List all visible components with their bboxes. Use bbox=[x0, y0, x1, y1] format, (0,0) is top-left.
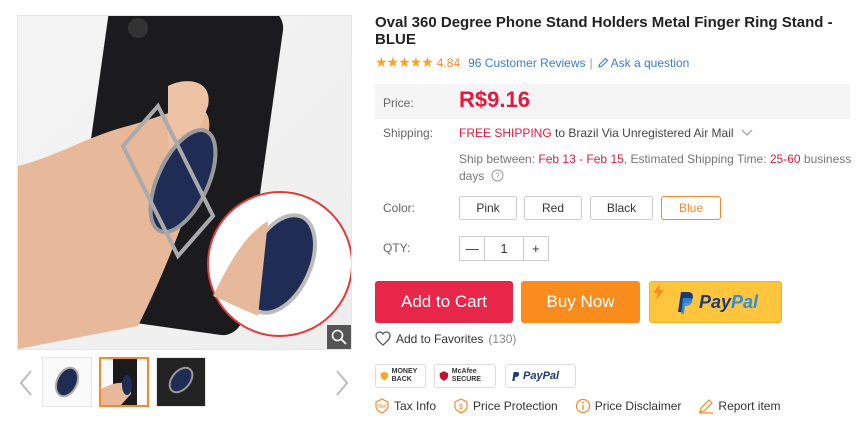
rating-score: 4.84 bbox=[436, 55, 461, 70]
qty-increase-button[interactable]: + bbox=[522, 237, 548, 260]
tax-info-label: Tax Info bbox=[394, 399, 437, 413]
report-item-link[interactable]: Report item bbox=[698, 398, 780, 414]
mcafee-shield-icon bbox=[439, 371, 449, 381]
price-value: R$9.16 bbox=[459, 87, 530, 112]
paypal-button[interactable]: Pay Pal bbox=[649, 281, 782, 323]
shipping-method-select[interactable]: FREE SHIPPING to Brazil Via Unregistered… bbox=[459, 126, 753, 140]
lightning-icon bbox=[653, 284, 664, 300]
product-photo bbox=[18, 16, 351, 349]
price-disclaimer-link[interactable]: Price Disclaimer bbox=[575, 398, 682, 414]
buy-now-button[interactable]: Buy Now bbox=[521, 281, 640, 323]
paypal-pal-text: Pal bbox=[731, 291, 759, 312]
zoom-icon[interactable] bbox=[327, 325, 351, 349]
svg-text:TAX: TAX bbox=[377, 404, 387, 410]
report-item-label: Report item bbox=[718, 399, 781, 413]
price-disclaimer-label: Price Disclaimer bbox=[594, 399, 682, 413]
favorites-count: (130) bbox=[488, 331, 517, 346]
price-protection-link[interactable]: $ Price Protection bbox=[453, 398, 558, 414]
free-shipping-text: FREE SHIPPING bbox=[459, 126, 552, 140]
rating-row: ★★★★★ 4.84 96 Customer Reviews | Ask a q… bbox=[375, 54, 689, 71]
money-back-icon bbox=[380, 371, 389, 381]
quantity-stepper: — 1 + bbox=[459, 236, 549, 261]
main-product-image[interactable] bbox=[17, 15, 352, 350]
color-option-red[interactable]: Red bbox=[524, 196, 582, 220]
report-pencil-icon bbox=[699, 399, 714, 414]
qty-input[interactable]: 1 bbox=[485, 237, 522, 260]
help-icon[interactable]: ? bbox=[491, 169, 504, 182]
divider: | bbox=[589, 55, 593, 70]
shipping-label: Shipping: bbox=[383, 126, 434, 140]
svg-text:?: ? bbox=[495, 172, 500, 181]
est-time-label: , Estimated Shipping Time: bbox=[623, 152, 767, 166]
price-protection-icon: $ bbox=[454, 398, 468, 414]
product-title: Oval 360 Degree Phone Stand Holders Meta… bbox=[375, 14, 833, 48]
ship-dates: Feb 13 - Feb 15 bbox=[538, 152, 624, 166]
price-protection-label: Price Protection bbox=[473, 399, 558, 413]
heart-icon bbox=[375, 331, 391, 346]
star-rating-icon: ★★★★★ bbox=[375, 54, 434, 70]
mcafee-badge: McAfee SECURE bbox=[434, 364, 496, 388]
svg-text:$: $ bbox=[459, 404, 463, 411]
ship-between-label: Ship between: bbox=[459, 152, 536, 166]
paypal-badge: PayPal bbox=[505, 364, 576, 388]
info-icon bbox=[575, 398, 590, 414]
tax-icon: TAX bbox=[375, 398, 389, 414]
mcafee-text: McAfee SECURE bbox=[451, 368, 481, 383]
shipping-destination: to Brazil Via Unregistered Air Mail bbox=[555, 126, 734, 140]
money-back-badge: MONEY BACK bbox=[375, 364, 426, 388]
price-label: Price: bbox=[383, 96, 414, 110]
info-links: TAX Tax Info $ Price Protection Price Di… bbox=[374, 398, 797, 414]
ask-question-label: Ask a question bbox=[610, 55, 690, 70]
est-days: 25-60 bbox=[769, 152, 801, 166]
qty-decrease-button[interactable]: — bbox=[460, 237, 486, 260]
paypal-logo-icon bbox=[677, 292, 693, 314]
chevron-left-icon[interactable] bbox=[17, 368, 35, 398]
thumbnail-1[interactable] bbox=[42, 357, 92, 407]
money-back-text: MONEY BACK bbox=[391, 368, 418, 383]
thumbnail-3[interactable] bbox=[156, 357, 206, 407]
favorites-label: Add to Favorites bbox=[396, 331, 484, 346]
ship-time-info: Ship between: Feb 13 - Feb 15, Estimated… bbox=[459, 151, 854, 185]
price-row: Price: R$9.16 bbox=[375, 84, 850, 119]
chevron-right-icon[interactable] bbox=[333, 368, 351, 398]
tax-info-link[interactable]: TAX Tax Info bbox=[374, 398, 436, 414]
pencil-icon bbox=[597, 57, 608, 68]
ask-question-link[interactable]: Ask a question bbox=[597, 55, 690, 70]
thumbnail-2[interactable] bbox=[99, 357, 149, 407]
color-option-black[interactable]: Black bbox=[590, 196, 653, 220]
qty-label: QTY: bbox=[383, 241, 411, 255]
color-option-pink[interactable]: Pink bbox=[459, 196, 517, 220]
color-option-blue[interactable]: Blue bbox=[661, 196, 721, 220]
paypal-small-icon bbox=[512, 371, 520, 381]
days-word: days bbox=[459, 169, 485, 183]
add-to-cart-button[interactable]: Add to Cart bbox=[375, 281, 513, 323]
add-to-favorites[interactable]: Add to Favorites (130) bbox=[375, 331, 516, 346]
paypal-badge-text: PayPal bbox=[523, 370, 560, 382]
business-word: business bbox=[803, 152, 852, 166]
chevron-down-icon bbox=[741, 129, 753, 136]
reviews-link[interactable]: 96 Customer Reviews bbox=[468, 56, 585, 70]
paypal-pay-text: Pay bbox=[698, 291, 731, 312]
color-label: Color: bbox=[383, 201, 416, 215]
